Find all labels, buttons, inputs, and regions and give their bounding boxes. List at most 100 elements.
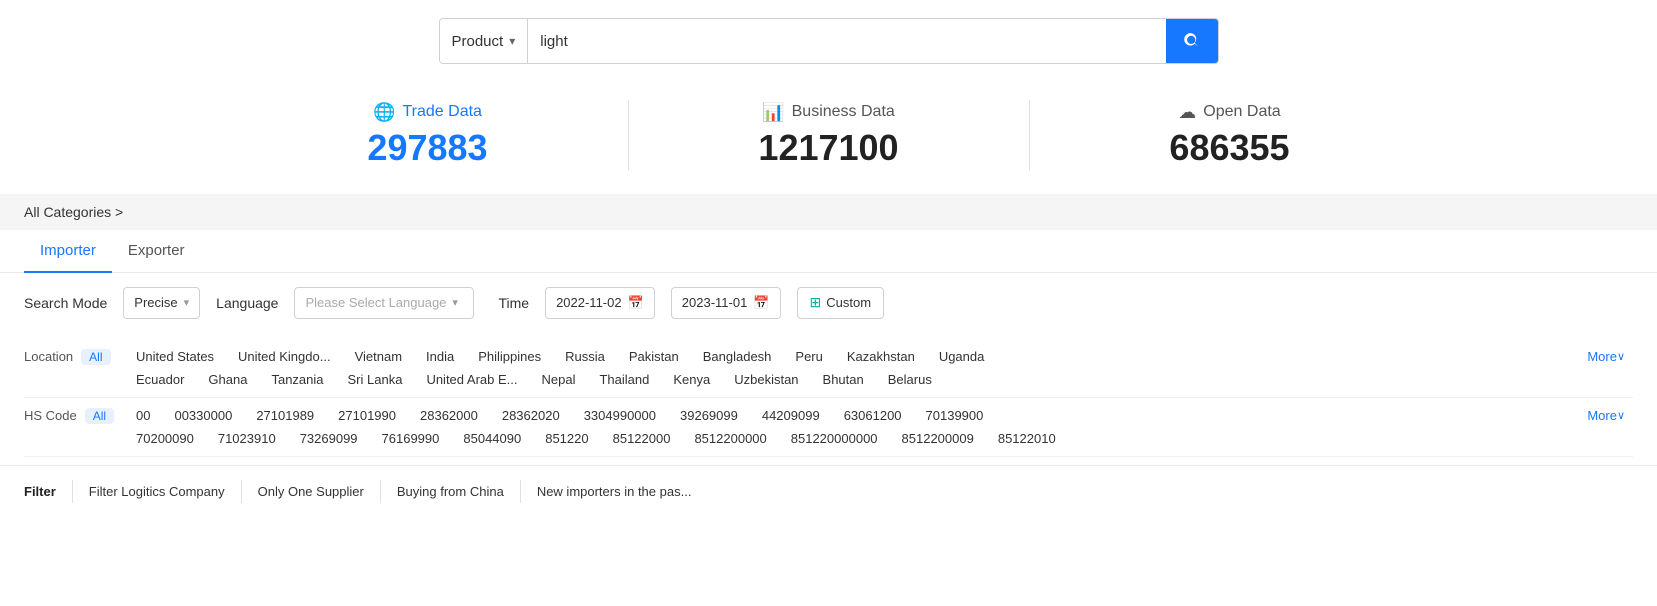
search-bar-container: Product ▾: [0, 0, 1657, 80]
business-data-label-row: 📊 Business Data: [762, 102, 895, 123]
hs-code-item[interactable]: 00: [124, 406, 162, 425]
hs-code-label: HS Code: [24, 408, 77, 423]
location-item[interactable]: Pakistan: [617, 347, 691, 366]
trade-data-label: Trade Data: [402, 103, 481, 121]
search-button[interactable]: [1166, 19, 1218, 63]
hs-code-item[interactable]: 851220000000: [779, 429, 890, 448]
search-input[interactable]: [528, 19, 1165, 63]
hs-code-item[interactable]: 85044090: [451, 429, 533, 448]
location-item[interactable]: Uzbekistan: [722, 370, 810, 389]
stats-section: 🌐 Trade Data 297883 📊 Business Data 1217…: [0, 80, 1657, 194]
calendar-from-icon: 📅: [628, 295, 644, 311]
hs-code-item[interactable]: 76169990: [370, 429, 452, 448]
location-item[interactable]: Vietnam: [343, 347, 414, 366]
hs-code-item[interactable]: 8512200009: [890, 429, 986, 448]
trade-data-value: 297883: [367, 127, 487, 169]
location-item[interactable]: Ghana: [196, 370, 259, 389]
location-more-link[interactable]: More ∨: [1579, 347, 1633, 366]
tab-exporter-label: Exporter: [128, 242, 185, 259]
hs-code-more-chevron-icon: ∨: [1617, 409, 1625, 422]
hs-code-all-badge[interactable]: All: [85, 408, 114, 424]
filter-logistics-company[interactable]: Filter Logitics Company: [73, 480, 242, 503]
search-icon: [1183, 32, 1201, 50]
categories-bar[interactable]: All Categories >: [0, 194, 1657, 230]
custom-label: Custom: [826, 295, 871, 310]
hs-code-item[interactable]: 63061200: [832, 406, 914, 425]
tab-importer[interactable]: Importer: [24, 230, 112, 273]
hs-code-item[interactable]: 39269099: [668, 406, 750, 425]
search-mode-value: Precise: [134, 295, 177, 310]
hs-code-item[interactable]: 3304990000: [572, 406, 668, 425]
location-all-badge[interactable]: All: [81, 349, 110, 365]
location-item[interactable]: Bangladesh: [691, 347, 784, 366]
hs-code-row-2: 70200090 71023910 73269099 76169990 8504…: [124, 429, 1579, 448]
hs-code-item[interactable]: 28362020: [490, 406, 572, 425]
hs-code-header: HS Code All: [24, 406, 124, 424]
hs-code-item[interactable]: 27101989: [244, 406, 326, 425]
location-item[interactable]: India: [414, 347, 466, 366]
hs-code-item[interactable]: 85122000: [601, 429, 683, 448]
hs-code-more-link[interactable]: More ∨: [1579, 406, 1633, 425]
search-type-chevron-icon: ▾: [509, 34, 515, 48]
hs-code-content: 00 00330000 27101989 27101990 28362000 2…: [124, 406, 1579, 448]
custom-button[interactable]: ⊞ Custom: [797, 287, 885, 319]
hs-code-item[interactable]: 85122010: [986, 429, 1068, 448]
location-content: United States United Kingdo... Vietnam I…: [124, 347, 1579, 389]
location-item[interactable]: Ecuador: [124, 370, 196, 389]
location-item[interactable]: Belarus: [876, 370, 944, 389]
tabs-container: Importer Exporter: [0, 230, 1657, 273]
location-item[interactable]: Russia: [553, 347, 617, 366]
hs-code-item[interactable]: 27101990: [326, 406, 408, 425]
business-data-stat[interactable]: 📊 Business Data 1217100: [629, 102, 1029, 169]
hs-code-item[interactable]: 28362000: [408, 406, 490, 425]
location-row-2: Ecuador Ghana Tanzania Sri Lanka United …: [124, 370, 1579, 389]
hs-code-item[interactable]: 70200090: [124, 429, 206, 448]
language-placeholder: Please Select Language: [305, 295, 446, 310]
date-from-picker[interactable]: 2022-11-02 📅: [545, 287, 655, 319]
language-selector[interactable]: Please Select Language ▾: [294, 287, 474, 319]
location-item[interactable]: Kenya: [661, 370, 722, 389]
search-mode-label: Search Mode: [24, 295, 107, 311]
location-item[interactable]: Bhutan: [811, 370, 876, 389]
hs-code-row-1: 00 00330000 27101989 27101990 28362000 2…: [124, 406, 1579, 425]
search-mode-chevron-icon: ▾: [184, 296, 190, 309]
filter-one-supplier[interactable]: Only One Supplier: [242, 480, 381, 503]
hs-code-item[interactable]: 00330000: [162, 406, 244, 425]
categories-label: All Categories >: [24, 204, 123, 220]
location-item[interactable]: United Arab E...: [414, 370, 529, 389]
business-data-value: 1217100: [758, 127, 898, 169]
location-item[interactable]: Nepal: [530, 370, 588, 389]
open-data-stat[interactable]: ☁ Open Data 686355: [1030, 102, 1430, 169]
business-data-label: Business Data: [792, 103, 895, 121]
location-item[interactable]: Uganda: [927, 347, 997, 366]
search-mode-selector[interactable]: Precise ▾: [123, 287, 200, 319]
hs-code-item[interactable]: 44209099: [750, 406, 832, 425]
location-item[interactable]: United States: [124, 347, 226, 366]
location-item[interactable]: Sri Lanka: [336, 370, 415, 389]
search-type-selector[interactable]: Product ▾: [440, 19, 529, 63]
trade-data-stat[interactable]: 🌐 Trade Data 297883: [228, 102, 628, 169]
location-item[interactable]: Peru: [783, 347, 834, 366]
hs-code-item[interactable]: 851220: [533, 429, 600, 448]
hs-code-item[interactable]: 73269099: [288, 429, 370, 448]
hs-code-item[interactable]: 70139900: [914, 406, 996, 425]
search-type-label: Product: [452, 33, 504, 50]
tab-exporter[interactable]: Exporter: [112, 230, 201, 273]
filter-buying-china[interactable]: Buying from China: [381, 480, 521, 503]
hs-code-item[interactable]: 8512200000: [682, 429, 778, 448]
filter-label: Filter: [24, 480, 73, 503]
hs-code-item[interactable]: 71023910: [206, 429, 288, 448]
filter-new-importers[interactable]: New importers in the pas...: [521, 480, 708, 503]
trade-data-label-row: 🌐 Trade Data: [373, 102, 482, 123]
location-label: Location: [24, 349, 73, 364]
location-item[interactable]: Tanzania: [259, 370, 335, 389]
date-to-picker[interactable]: 2023-11-01 📅: [671, 287, 781, 319]
location-header: Location All: [24, 347, 124, 365]
date-to-value: 2023-11-01: [682, 295, 748, 310]
location-item[interactable]: Philippines: [466, 347, 553, 366]
language-chevron-icon: ▾: [452, 296, 458, 309]
location-item[interactable]: United Kingdo...: [226, 347, 343, 366]
location-row-1: United States United Kingdo... Vietnam I…: [124, 347, 1579, 366]
location-item[interactable]: Thailand: [587, 370, 661, 389]
location-item[interactable]: Kazakhstan: [835, 347, 927, 366]
